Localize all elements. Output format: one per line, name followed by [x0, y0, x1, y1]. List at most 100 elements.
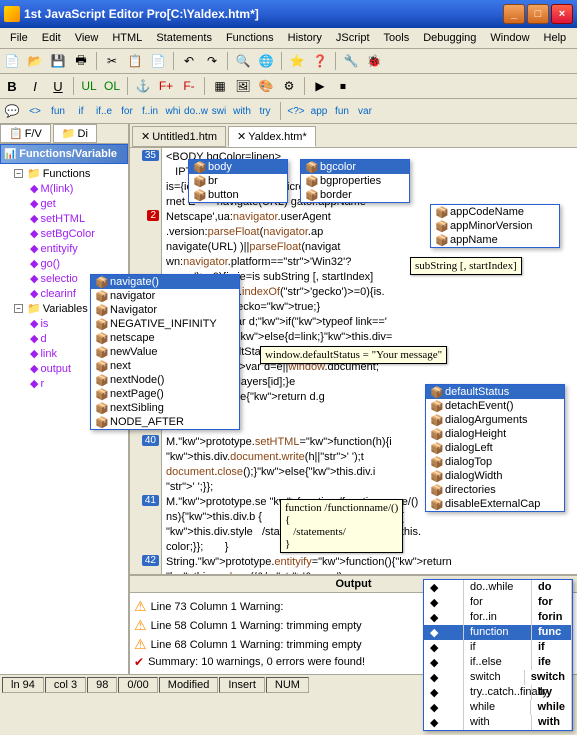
menu-functions[interactable]: Functions	[220, 30, 280, 46]
stmt-if..e[interactable]: if..e	[94, 101, 114, 121]
popup-navigator[interactable]: 📦appCodeName📦appMinorVersion📦appName	[430, 204, 560, 248]
stmt-whi[interactable]: whi	[163, 101, 183, 121]
panel-tab-di[interactable]: 📁 Di	[53, 124, 97, 143]
gear-icon[interactable]: ⚙	[279, 76, 299, 96]
table-icon[interactable]: ▦	[210, 76, 230, 96]
menu-view[interactable]: View	[69, 30, 105, 46]
anchor-icon[interactable]: ⚓	[133, 76, 153, 96]
save-icon[interactable]: 💾	[48, 51, 68, 71]
popup-item[interactable]: 📦nextSibling	[91, 401, 239, 415]
popup-item[interactable]: 📦dialogArguments	[426, 413, 564, 427]
ul-button[interactable]: UL	[79, 76, 99, 96]
print-icon[interactable]: 🖶	[71, 51, 91, 71]
popup-item[interactable]: 📦navigator	[91, 289, 239, 303]
popup-item[interactable]: 📦border	[301, 188, 409, 202]
tree-item[interactable]: ◆ M(link)	[2, 181, 126, 196]
snippet-popup[interactable]: ◆do..whiledo◆forfor◆for..inforin◆functio…	[423, 579, 573, 731]
popup-item[interactable]: 📦appMinorVersion	[431, 219, 559, 233]
popup-item[interactable]: 📦button	[189, 188, 287, 202]
close-tab-icon[interactable]: ✕	[141, 130, 150, 143]
menu-file[interactable]: File	[4, 30, 34, 46]
misc-fun[interactable]: fun	[332, 101, 352, 121]
popup-item[interactable]: 📦defaultStatus	[426, 385, 564, 399]
menu-help[interactable]: Help	[538, 30, 573, 46]
stmt-swi[interactable]: swi	[209, 101, 229, 121]
popup-item[interactable]: 📦appCodeName	[431, 205, 559, 219]
popup-item[interactable]: 📦newValue	[91, 345, 239, 359]
tree-item[interactable]: ◆ go()	[2, 256, 126, 271]
cut-icon[interactable]: ✂	[102, 51, 122, 71]
underline-button[interactable]: U	[48, 76, 68, 96]
popup-item[interactable]: 📦dialogWidth	[426, 469, 564, 483]
tree-item[interactable]: ◆ setBgColor	[2, 226, 126, 241]
font-plus[interactable]: F+	[156, 76, 176, 96]
image-icon[interactable]: 🖼	[233, 76, 253, 96]
popup-item[interactable]: 📦next	[91, 359, 239, 373]
snippet-row[interactable]: ◆if..elseife	[424, 655, 572, 670]
menu-edit[interactable]: Edit	[36, 30, 67, 46]
editor-tab[interactable]: ✕ Untitled1.htm	[132, 126, 226, 147]
stmt-if[interactable]: if	[71, 101, 91, 121]
snippet-row[interactable]: ◆for..inforin	[424, 610, 572, 625]
popup-item[interactable]: 📦nextNode()	[91, 373, 239, 387]
menu-history[interactable]: History	[282, 30, 328, 46]
popup-item[interactable]: 📦bgcolor	[301, 160, 409, 174]
tree-item[interactable]: ◆ get	[2, 196, 126, 211]
popup-item[interactable]: 📦dialogLeft	[426, 441, 564, 455]
bold-button[interactable]: B	[2, 76, 22, 96]
popup-item[interactable]: 📦body	[189, 160, 287, 174]
angle-icon[interactable]: <>	[25, 101, 45, 121]
misc-app[interactable]: app	[309, 101, 329, 121]
close-tab-icon[interactable]: ✕	[237, 130, 246, 143]
new-icon[interactable]: 📄	[2, 51, 22, 71]
popup-item[interactable]: 📦dialogTop	[426, 455, 564, 469]
globe-icon[interactable]: 🌐	[256, 51, 276, 71]
popup-item[interactable]: 📦netscape	[91, 331, 239, 345]
code-line[interactable]: "kw">this.replace(/&/g,"str">'&amp;').r	[166, 570, 573, 574]
panel-tab-fv[interactable]: 📋 F/V	[0, 124, 51, 143]
popup-item[interactable]: 📦directories	[426, 483, 564, 497]
snippet-row[interactable]: ◆forfor	[424, 595, 572, 610]
stmt-do..w[interactable]: do..w	[186, 101, 206, 121]
undo-icon[interactable]: ↶	[179, 51, 199, 71]
code-line[interactable]: String."kw">prototype.entityify="kw">fun…	[166, 555, 573, 570]
snippet-row[interactable]: ◆functionfunc	[424, 625, 572, 640]
popup-item[interactable]: 📦NEGATIVE_INFINITY	[91, 317, 239, 331]
tree-item[interactable]: ◆ entityify	[2, 241, 126, 256]
stmt-fun[interactable]: fun	[48, 101, 68, 121]
editor-tab[interactable]: ✕ Yaldex.htm*	[228, 126, 316, 147]
palette-icon[interactable]: 🎨	[256, 76, 276, 96]
font-minus[interactable]: F-	[179, 76, 199, 96]
menu-statements[interactable]: Statements	[150, 30, 218, 46]
popup-item[interactable]: 📦dialogHeight	[426, 427, 564, 441]
popup-item[interactable]: 📦br	[189, 174, 287, 188]
run-icon[interactable]: ▶	[310, 76, 330, 96]
popup-item[interactable]: 📦disableExternalCap	[426, 497, 564, 511]
bookmark-icon[interactable]: ⭐	[287, 51, 307, 71]
tool-icon[interactable]: 🔧	[341, 51, 361, 71]
copy-icon[interactable]: 📋	[125, 51, 145, 71]
popup-item[interactable]: 📦NODE_AFTER	[91, 415, 239, 429]
snippet-row[interactable]: ◆try..catch..finallytry	[424, 685, 572, 700]
debug-icon[interactable]: 🐞	[364, 51, 384, 71]
redo-icon[interactable]: ↷	[202, 51, 222, 71]
menu-window[interactable]: Window	[484, 30, 535, 46]
close-button[interactable]: ×	[551, 4, 573, 24]
misc-var[interactable]: var	[355, 101, 375, 121]
popup-item[interactable]: 📦detachEvent()	[426, 399, 564, 413]
stmt-with[interactable]: with	[232, 101, 252, 121]
popup-item[interactable]: 📦bgproperties	[301, 174, 409, 188]
misc-&lt;?&gt;[interactable]: <?>	[286, 101, 306, 121]
help-icon[interactable]: ❓	[310, 51, 330, 71]
italic-button[interactable]: I	[25, 76, 45, 96]
popup-item[interactable]: 📦Navigator	[91, 303, 239, 317]
stmt-for[interactable]: for	[117, 101, 137, 121]
ol-button[interactable]: OL	[102, 76, 122, 96]
popup-d-members[interactable]: 📦defaultStatus📦detachEvent()📦dialogArgum…	[425, 384, 565, 512]
popup-tags[interactable]: 📦body📦br📦button	[188, 159, 288, 203]
open-icon[interactable]: 📂	[25, 51, 45, 71]
comment-icon[interactable]: 💬	[2, 101, 22, 121]
menu-html[interactable]: HTML	[106, 30, 148, 46]
stmt-try[interactable]: try	[255, 101, 275, 121]
stmt-f..in[interactable]: f..in	[140, 101, 160, 121]
